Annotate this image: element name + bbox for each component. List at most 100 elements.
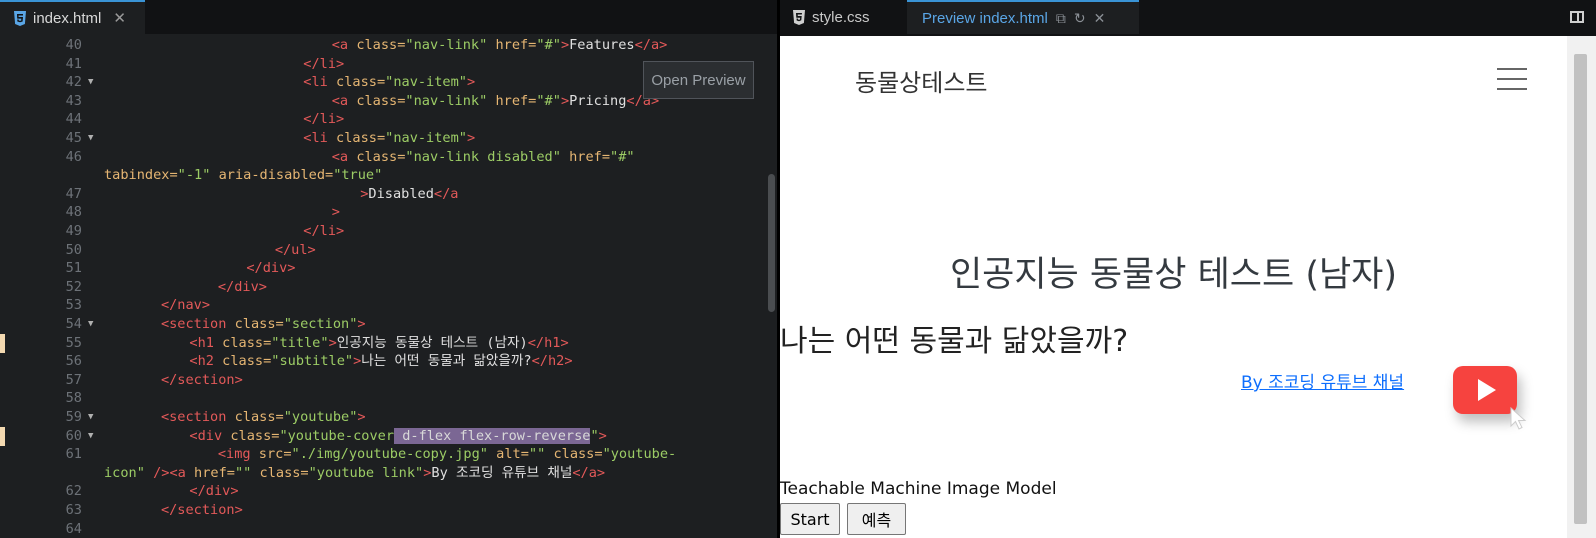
close-icon[interactable]: ✕ bbox=[113, 9, 126, 27]
code-token: "youtube link" bbox=[308, 464, 424, 481]
code-token: </a> bbox=[572, 464, 606, 481]
code-line[interactable]: 59 ▼ <section class="youtube"> bbox=[0, 408, 780, 427]
hamburger-menu-icon[interactable] bbox=[1497, 66, 1529, 92]
code-text: <img src="./img/youtube-copy.jpg" alt=""… bbox=[218, 445, 676, 464]
code-text: <a class="nav-link" href="#">Features</a… bbox=[332, 36, 668, 55]
line-number: 40 bbox=[65, 37, 82, 53]
code-text: <section class="youtube"> bbox=[161, 408, 366, 427]
line-number: 44 bbox=[65, 111, 82, 128]
code-line[interactable]: 45 ▼ <li class="nav-item"> bbox=[0, 129, 780, 148]
code-line[interactable]: 61 <img src="./img/youtube-copy.jpg" alt=… bbox=[0, 445, 780, 464]
code-text: <a class="nav-link disabled" href="#" bbox=[332, 148, 635, 167]
code-line[interactable]: 50 </ul> bbox=[0, 241, 780, 260]
code-token: Features bbox=[569, 37, 635, 53]
code-token: "nav-item" bbox=[385, 130, 467, 146]
line-number: 62 bbox=[65, 483, 82, 500]
line-number: 59 bbox=[65, 409, 82, 425]
code-line[interactable]: 54 ▼ <section class="section"> bbox=[0, 315, 780, 334]
code-line[interactable]: tabindex="-1" aria-disabled="true" bbox=[0, 166, 780, 185]
code-line[interactable]: 56 <h2 class="subtitle">나는 어떤 동물과 닮았을까?</… bbox=[0, 352, 780, 371]
code-token: <h1 bbox=[189, 334, 223, 351]
code-token: class= bbox=[234, 316, 284, 332]
code-editor[interactable]: 40 <a class="nav-link" href="#">Features<… bbox=[0, 34, 780, 538]
fold-arrow-icon[interactable]: ▼ bbox=[88, 73, 93, 92]
code-text: </div> bbox=[246, 259, 295, 278]
line-number: 45 bbox=[65, 130, 82, 146]
code-token: > bbox=[328, 334, 337, 351]
code-line[interactable]: 48 > bbox=[0, 203, 780, 222]
code-line[interactable]: 52 </div> bbox=[0, 278, 780, 297]
code-token: "" bbox=[234, 464, 252, 481]
code-text: <a class="nav-link" href="#">Pricing</a> bbox=[332, 92, 659, 111]
code-token: class= bbox=[222, 334, 272, 351]
code-token: class= bbox=[222, 353, 272, 370]
editor-scrollbar[interactable] bbox=[768, 174, 775, 312]
fold-arrow-icon[interactable]: ▼ bbox=[88, 315, 93, 334]
code-line[interactable]: 55 <h1 class="title">인공지능 동물상 테스트 (남자)</h… bbox=[0, 333, 780, 353]
code-token: <a bbox=[331, 37, 357, 53]
code-line[interactable]: 62 </div> bbox=[0, 482, 780, 501]
code-token: </div> bbox=[189, 483, 239, 500]
code-token: </a> bbox=[634, 37, 668, 53]
editor-pane[interactable]: index.html ✕ 40 <a class="nav-link" href=… bbox=[0, 0, 780, 538]
fold-arrow-icon[interactable]: ▼ bbox=[88, 129, 93, 148]
code-line[interactable]: 46 <a class="nav-link disabled" href="#" bbox=[0, 148, 780, 167]
code-line[interactable]: 40 <a class="nav-link" href="#">Features<… bbox=[0, 36, 780, 55]
code-text: >Disabled</a bbox=[360, 185, 458, 204]
code-token: src= bbox=[258, 446, 292, 463]
line-number: 57 bbox=[65, 371, 82, 388]
code-token: "nav-link" bbox=[405, 92, 488, 109]
code-token: <section bbox=[160, 409, 235, 425]
navbar-brand[interactable]: 동물상테스트 bbox=[855, 63, 987, 98]
line-number: 50 bbox=[65, 241, 82, 258]
code-line[interactable]: 44 </li> bbox=[0, 110, 780, 129]
start-button[interactable]: Start bbox=[780, 503, 840, 535]
line-number: 58 bbox=[65, 390, 82, 407]
tab-index-label: index.html bbox=[33, 9, 102, 27]
code-text: </li> bbox=[303, 110, 344, 129]
code-token: > bbox=[466, 74, 476, 91]
code-line[interactable]: 63 </section> bbox=[0, 501, 780, 520]
tab-style-css[interactable]: style.css bbox=[790, 0, 900, 34]
open-external-icon[interactable]: ⧉ bbox=[1056, 10, 1066, 27]
code-token: "youtube-cover bbox=[279, 427, 395, 444]
code-text: <h2 class="subtitle">나는 어떤 동물과 닮았을까?</h2… bbox=[189, 352, 572, 371]
predict-button[interactable]: 예측 bbox=[847, 503, 906, 535]
youtube-link[interactable]: By 조코딩 유튜브 채널 bbox=[1241, 368, 1404, 393]
teachable-machine-label: Teachable Machine Image Model bbox=[780, 479, 1057, 499]
code-token: "title" bbox=[271, 334, 329, 351]
refresh-icon[interactable]: ↻ bbox=[1074, 10, 1086, 27]
code-text: </li> bbox=[303, 55, 344, 74]
code-line[interactable]: 47 >Disabled</a bbox=[0, 185, 780, 204]
open-preview-tooltip[interactable]: Open Preview bbox=[643, 61, 754, 99]
code-text: <section class="section"> bbox=[161, 315, 366, 334]
close-icon[interactable]: ✕ bbox=[1094, 10, 1106, 27]
code-token: </li> bbox=[303, 223, 345, 239]
code-text: icon" /><a href="" class="youtube link">… bbox=[104, 464, 605, 483]
code-token: <li bbox=[303, 74, 337, 91]
fold-arrow-icon[interactable]: ▼ bbox=[88, 408, 93, 427]
code-token: <h2 bbox=[189, 353, 223, 370]
tab-index-html[interactable]: index.html ✕ bbox=[0, 0, 145, 34]
preview-scrollbar[interactable] bbox=[1567, 36, 1596, 538]
code-line[interactable]: 49 </li> bbox=[0, 222, 780, 241]
code-text: </section> bbox=[161, 501, 243, 520]
right-tab-bar: style.css Preview index.html ⧉ ↻ ✕ bbox=[780, 0, 1596, 36]
code-line[interactable]: 60 ▼ <div class="youtube-cover d-flex flex… bbox=[0, 426, 780, 446]
line-number: 63 bbox=[65, 502, 82, 518]
fold-arrow-icon[interactable]: ▼ bbox=[88, 427, 93, 446]
code-token: </a bbox=[433, 185, 459, 202]
code-line[interactable]: icon" /><a href="" class="youtube link">… bbox=[0, 464, 780, 483]
tab-preview-index[interactable]: Preview index.html ⧉ ↻ ✕ bbox=[907, 0, 1139, 34]
tab-preview-label: Preview index.html bbox=[922, 9, 1048, 27]
code-token: 인공지능 동물상 테스트 (남자) bbox=[336, 334, 528, 351]
code-token: href= bbox=[194, 464, 235, 481]
code-token: > bbox=[357, 316, 366, 332]
code-line[interactable]: 57 </section> bbox=[0, 371, 780, 390]
code-line[interactable]: 53 </nav> bbox=[0, 296, 780, 315]
split-editor-icon[interactable] bbox=[1570, 11, 1584, 23]
code-line[interactable]: 51 </div> bbox=[0, 259, 780, 278]
code-token: </li> bbox=[303, 111, 345, 128]
code-line[interactable]: 64 bbox=[0, 520, 780, 538]
code-line[interactable]: 58 bbox=[0, 389, 780, 408]
